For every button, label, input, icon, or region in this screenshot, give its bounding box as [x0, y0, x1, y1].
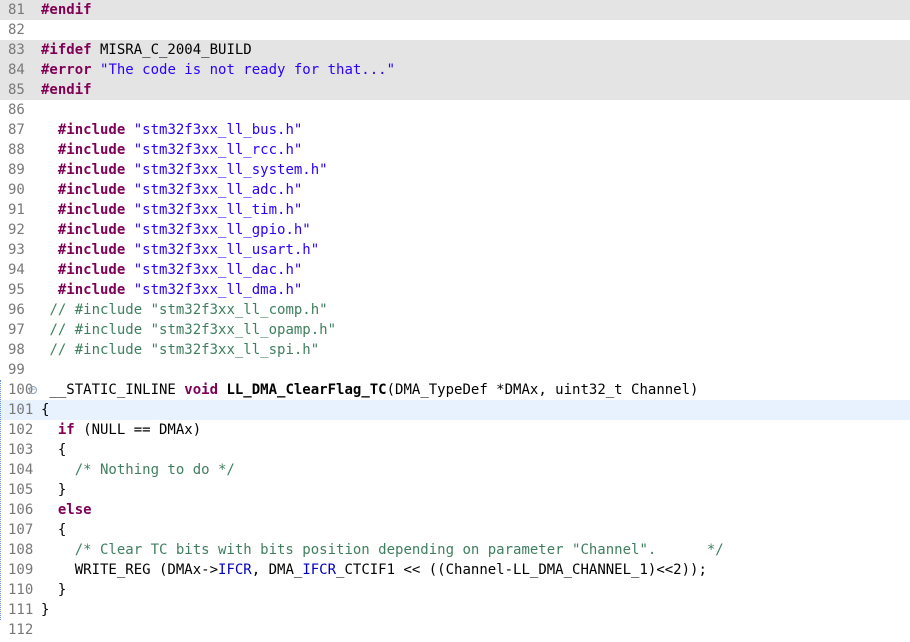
line-code: /* Clear TC bits with bits position depe… [74, 542, 724, 558]
line-code: } [41, 602, 50, 618]
code-line[interactable]: 91 #include "stm32f3xx_ll_tim.h" [0, 200, 910, 220]
line-code: #include "stm32f3xx_ll_gpio.h" [57, 222, 311, 238]
line-code: if (NULL == DMAx) [57, 422, 202, 438]
line-code: { [41, 442, 67, 458]
code-line[interactable]: 100− __STATIC_INLINE void LL_DMA_ClearFl… [0, 380, 910, 400]
code-line[interactable]: 87 #include "stm32f3xx_ll_bus.h" [0, 120, 910, 140]
code-line[interactable]: 105 } [0, 480, 910, 500]
line-code: #error "The code is not ready for that..… [41, 62, 396, 78]
line-number: 105 [8, 482, 34, 498]
line-code: #include "stm32f3xx_ll_adc.h" [57, 182, 303, 198]
line-number: 104 [8, 462, 34, 478]
line-code: #include "stm32f3xx_ll_system.h" [57, 162, 328, 178]
code-line[interactable]: 104 /* Nothing to do */ [0, 460, 910, 480]
code-line[interactable]: 93 #include "stm32f3xx_ll_usart.h" [0, 240, 910, 260]
line-code: #include "stm32f3xx_ll_rcc.h" [57, 142, 303, 158]
line-number: 91 [8, 202, 25, 218]
line-number: 88 [8, 142, 25, 158]
line-code: } [41, 482, 67, 498]
line-number: 110 [8, 582, 34, 598]
line-code: #include "stm32f3xx_ll_bus.h" [57, 122, 303, 138]
code-line[interactable]: 83 #ifdef MISRA_C_2004_BUILD [0, 40, 910, 60]
code-line[interactable]: 85 #endif [0, 80, 910, 100]
line-number: 111 [8, 602, 34, 618]
code-line[interactable]: 89 #include "stm32f3xx_ll_system.h" [0, 160, 910, 180]
line-code: #include "stm32f3xx_ll_usart.h" [57, 242, 320, 258]
line-number: 87 [8, 122, 25, 138]
code-line[interactable]: 110 } [0, 580, 910, 600]
code-line[interactable]: 109 WRITE_REG (DMAx->IFCR, DMA_IFCR_CTCI… [0, 560, 910, 580]
code-line[interactable]: 102 if (NULL == DMAx) [0, 420, 910, 440]
code-line[interactable]: 94 #include "stm32f3xx_ll_dac.h" [0, 260, 910, 280]
fold-range-indicator [0, 380, 4, 620]
code-line[interactable]: 111} [0, 600, 910, 620]
line-number: 85 [8, 82, 25, 98]
code-line[interactable]: 97 // #include "stm32f3xx_ll_opamp.h" [0, 320, 910, 340]
code-line[interactable]: 90 #include "stm32f3xx_ll_adc.h" [0, 180, 910, 200]
fold-collapse-icon[interactable]: − [29, 386, 37, 395]
line-code: // #include "stm32f3xx_ll_opamp.h" [49, 322, 337, 338]
line-number: 82 [8, 22, 25, 38]
line-number: 96 [8, 302, 25, 318]
code-line[interactable]: 101 { [0, 400, 910, 420]
line-code: #include "stm32f3xx_ll_dac.h" [57, 262, 303, 278]
line-code: { [41, 402, 50, 418]
code-line[interactable]: 84 #error "The code is not ready for that… [0, 60, 910, 80]
line-code: #include "stm32f3xx_ll_dma.h" [57, 282, 303, 298]
code-line[interactable]: 81 #endif [0, 0, 910, 20]
line-number: 109 [8, 562, 34, 578]
code-editor[interactable]: 81 #endif 82 83 #ifdef MISRA_C_2004_BUILD 84 #… [0, 0, 910, 642]
line-number: 94 [8, 262, 25, 278]
code-line[interactable]: 95 #include "stm32f3xx_ll_dma.h" [0, 280, 910, 300]
line-number: 112 [8, 622, 34, 638]
code-line[interactable]: 92 #include "stm32f3xx_ll_gpio.h" [0, 220, 910, 240]
code-line[interactable]: 88 #include "stm32f3xx_ll_rcc.h" [0, 140, 910, 160]
code-line[interactable]: 112 [0, 620, 910, 640]
line-number: 92 [8, 222, 25, 238]
line-code: // #include "stm32f3xx_ll_comp.h" [49, 302, 328, 318]
line-number: 99 [8, 362, 25, 378]
line-number: 101 [8, 402, 34, 418]
line-number: 102 [8, 422, 34, 438]
line-number: 95 [8, 282, 25, 298]
line-code: __STATIC_INLINE void LL_DMA_ClearFlag_TC… [41, 382, 699, 398]
code-line[interactable]: 99 [0, 360, 910, 380]
line-code: else [57, 502, 92, 518]
line-number: 97 [8, 322, 25, 338]
code-line[interactable]: 108 /* Clear TC bits with bits position … [0, 540, 910, 560]
line-code: /* Nothing to do */ [74, 462, 235, 478]
line-number: 93 [8, 242, 25, 258]
line-number: 89 [8, 162, 25, 178]
line-code: { [41, 522, 67, 538]
line-code: #include "stm32f3xx_ll_tim.h" [57, 202, 303, 218]
line-code: } [41, 582, 67, 598]
code-line[interactable]: 106 else [0, 500, 910, 520]
code-line[interactable]: 107 { [0, 520, 910, 540]
code-line[interactable]: 103 { [0, 440, 910, 460]
line-code: // #include "stm32f3xx_ll_spi.h" [49, 342, 320, 358]
line-number: 106 [8, 502, 34, 518]
code-line[interactable]: 82 [0, 20, 910, 40]
line-number: 107 [8, 522, 34, 538]
line-number: 108 [8, 542, 34, 558]
line-number: 83 [8, 42, 25, 58]
line-code: WRITE_REG (DMAx->IFCR, DMA_IFCR_CTCIF1 <… [41, 562, 707, 578]
code-line[interactable]: 86 [0, 100, 910, 120]
code-line[interactable]: 96 // #include "stm32f3xx_ll_comp.h" [0, 300, 910, 320]
line-code: #endif [41, 2, 92, 18]
line-number: 86 [8, 102, 25, 118]
line-number: 90 [8, 182, 25, 198]
line-number: 103 [8, 442, 34, 458]
line-code: #endif [41, 82, 92, 98]
code-line[interactable]: 98 // #include "stm32f3xx_ll_spi.h" [0, 340, 910, 360]
line-code: #ifdef MISRA_C_2004_BUILD [41, 42, 252, 58]
line-number: 98 [8, 342, 25, 358]
line-number: 84 [8, 62, 25, 78]
line-number: 81 [8, 2, 25, 18]
